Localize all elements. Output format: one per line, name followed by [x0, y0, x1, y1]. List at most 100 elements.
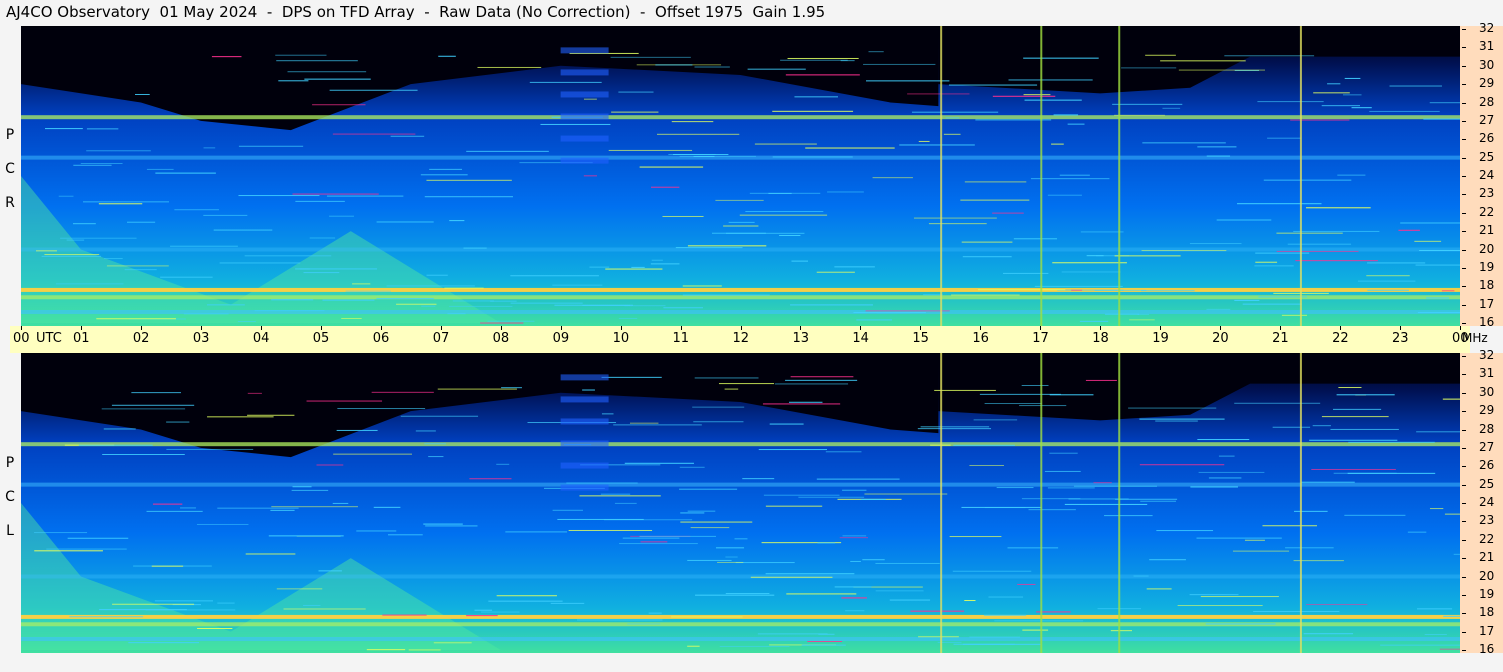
interference-block	[560, 484, 609, 491]
interference-block	[560, 113, 609, 120]
freq-tick	[1462, 84, 1466, 86]
signal-streak	[1369, 110, 1440, 112]
signal-streak	[816, 271, 855, 273]
signal-streak	[690, 527, 730, 529]
signal-streak	[1047, 487, 1095, 489]
signal-streak	[1197, 146, 1237, 148]
freq-tick	[1462, 194, 1466, 196]
signal-streak	[622, 537, 680, 539]
freq-tick-label: 29	[1479, 403, 1495, 418]
signal-streak	[336, 429, 378, 431]
spectrogram-svg	[21, 26, 1460, 326]
signal-streak	[501, 387, 522, 389]
signal-streak	[614, 502, 637, 504]
band-line	[21, 287, 1460, 292]
signal-streak	[1104, 313, 1140, 315]
signal-streak	[754, 143, 817, 145]
signal-streak	[1237, 203, 1322, 205]
signal-streak	[268, 535, 344, 537]
band-line	[21, 115, 1460, 120]
signal-streak	[196, 523, 249, 525]
signal-streak	[429, 168, 462, 170]
signal-streak	[1023, 94, 1051, 96]
spectrogram-rcp	[21, 26, 1460, 326]
signal-streak	[868, 51, 884, 53]
signal-streak	[1407, 531, 1427, 533]
signal-streak	[58, 195, 74, 197]
signal-streak	[583, 175, 597, 177]
signal-streak	[725, 593, 770, 595]
signal-streak	[1313, 92, 1350, 94]
signal-streak	[433, 642, 472, 644]
freq-tick	[1462, 466, 1466, 468]
signal-streak	[112, 603, 195, 605]
freq-tick-label: 32	[1479, 21, 1495, 35]
signal-streak	[601, 376, 662, 378]
freq-tick	[1462, 139, 1466, 141]
signal-streak	[763, 494, 840, 496]
signal-streak	[238, 145, 304, 147]
freq-tick-label: 20	[1479, 568, 1495, 583]
signal-streak	[1281, 314, 1308, 316]
signal-streak	[400, 415, 479, 417]
signal-streak	[1255, 261, 1278, 263]
time-tick-label: 01	[72, 331, 90, 346]
signal-streak	[420, 174, 468, 176]
signal-streak	[466, 615, 498, 617]
freq-tick-label: 21	[1479, 223, 1495, 238]
signal-streak	[640, 541, 668, 543]
freq-tick-label: 17	[1479, 623, 1495, 638]
signal-streak	[790, 376, 854, 378]
signal-streak	[283, 608, 366, 610]
signal-streak	[371, 391, 434, 393]
band-line	[21, 574, 1460, 579]
freq-tick-label: 24	[1479, 495, 1495, 509]
signal-streak	[80, 163, 123, 165]
signal-streak	[1309, 439, 1398, 441]
signal-streak	[271, 506, 358, 508]
band-line	[21, 295, 1460, 300]
freq-tick	[1462, 267, 1466, 269]
signal-streak	[387, 534, 423, 536]
channel-letter: P	[5, 455, 15, 471]
time-axis: 00 01 02 03 04 05 06 07 08 09 10 11 12 13 14 15 16 17 18 19…	[10, 326, 1470, 353]
signal-streak	[918, 140, 930, 142]
signal-streak	[366, 649, 406, 651]
signal-streak	[1330, 428, 1399, 430]
signal-streak	[816, 478, 900, 480]
signal-streak	[337, 408, 426, 410]
time-tick	[320, 326, 322, 330]
time-tick-label: 21	[1272, 331, 1289, 346]
signal-streak	[1061, 271, 1121, 273]
signal-streak	[875, 562, 940, 564]
time-tick	[740, 326, 742, 330]
time-tick-label: 10	[612, 331, 630, 346]
signal-streak	[656, 133, 740, 135]
signal-streak	[206, 304, 245, 306]
signal-streak	[889, 599, 931, 601]
signal-streak	[1067, 123, 1085, 125]
signal-streak	[529, 81, 602, 83]
vertical-interference	[1118, 353, 1121, 653]
signal-streak	[920, 426, 990, 428]
signal-streak	[964, 181, 1027, 183]
time-tick-label: 23	[1392, 331, 1409, 346]
signal-streak	[1417, 312, 1460, 314]
signal-streak	[1336, 394, 1395, 396]
channel-letter: P	[5, 127, 15, 143]
time-tick-label: 09	[552, 331, 570, 346]
interference-block	[560, 157, 609, 164]
signal-streak	[1044, 470, 1081, 472]
freq-tick-label: 27	[1479, 439, 1495, 454]
time-tick-label: 06	[372, 331, 390, 346]
signal-streak	[1416, 431, 1460, 433]
signal-streak	[41, 255, 102, 257]
signal-streak	[306, 400, 383, 402]
time-tick-label: 04	[252, 331, 270, 346]
signal-streak	[244, 255, 332, 257]
signal-streak	[1073, 485, 1158, 487]
signal-streak	[671, 616, 743, 618]
interference-block	[560, 374, 609, 381]
signal-streak	[790, 304, 873, 306]
signal-streak	[687, 510, 716, 512]
